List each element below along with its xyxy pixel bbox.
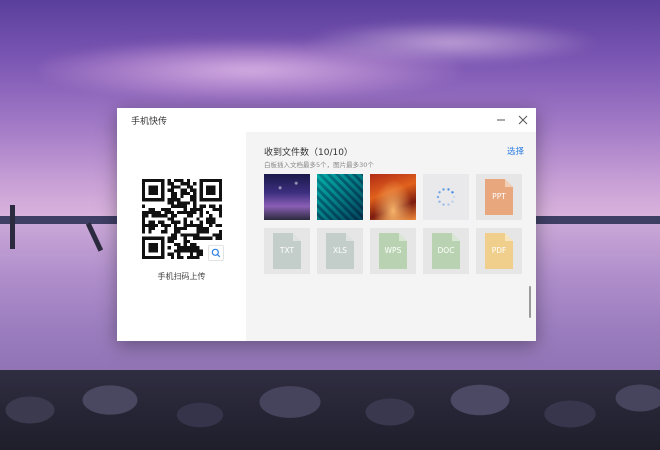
close-button[interactable] xyxy=(515,112,531,128)
qr-caption: 手机扫码上传 xyxy=(157,272,206,281)
minimize-button[interactable] xyxy=(493,112,509,128)
file-type-label: DOC xyxy=(437,246,455,255)
title-bar: 手机快传 xyxy=(117,108,536,132)
file-thumbnail[interactable]: TXT xyxy=(264,228,310,274)
file-thumbnail[interactable]: PPT xyxy=(476,174,522,220)
file-thumbnail[interactable]: PDF xyxy=(476,228,522,274)
qr-panel: 手机扫码上传 xyxy=(117,132,246,341)
wallpaper-rocks xyxy=(0,370,660,450)
file-thumbnail[interactable]: DOC xyxy=(423,228,469,274)
received-files-panel: 收到文件数（10/10） 白板插入文档最多5个，图片最多30个 选择 PPT T… xyxy=(246,132,536,341)
file-type-label: XLS xyxy=(332,246,348,255)
image-thumbnail[interactable] xyxy=(317,174,363,220)
wallpaper-cloud xyxy=(300,20,600,65)
file-thumbnail[interactable]: WPS xyxy=(370,228,416,274)
minimize-icon xyxy=(497,119,505,121)
loading-spinner-icon xyxy=(436,188,456,206)
limit-note: 白板插入文档最多5个，图片最多30个 xyxy=(264,161,374,169)
window-title: 手机快传 xyxy=(131,117,168,127)
scan-badge xyxy=(208,245,224,261)
file-type-label: WPS xyxy=(384,246,402,255)
search-icon xyxy=(211,248,221,258)
loading-thumbnail xyxy=(423,174,469,220)
scrollbar[interactable] xyxy=(529,286,531,318)
quick-transfer-window: 手机快传 手机扫码上传 收到文件数（10/10） 白板插入文档最多5个，图片最多… xyxy=(117,108,536,341)
file-type-label: TXT xyxy=(279,246,295,255)
wallpaper-post xyxy=(10,205,15,249)
image-thumbnail[interactable] xyxy=(264,174,310,220)
file-type-label: PPT xyxy=(492,192,506,201)
file-thumbnail[interactable]: XLS xyxy=(317,228,363,274)
image-thumbnail[interactable] xyxy=(370,174,416,220)
received-count-heading: 收到文件数（10/10） xyxy=(264,148,353,158)
file-type-label: PDF xyxy=(491,246,507,255)
close-icon xyxy=(518,115,528,125)
select-button[interactable]: 选择 xyxy=(507,145,524,157)
